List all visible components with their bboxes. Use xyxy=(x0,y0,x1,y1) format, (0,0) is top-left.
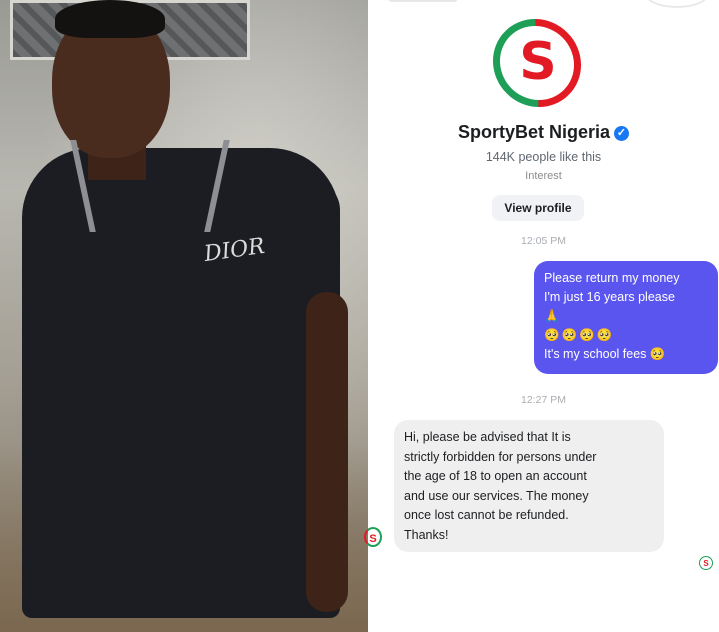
message-line: and use our services. The money xyxy=(404,488,589,503)
screenshot-collage: DIOR S SportyBet Nigeria ✓ 144K people li… xyxy=(0,0,719,632)
timestamp: 12:05 PM xyxy=(521,235,566,247)
page-title: SportyBet Nigeria ✓ xyxy=(368,122,719,143)
message-line: 🙏 xyxy=(544,309,560,323)
right-arm xyxy=(306,292,348,612)
messenger-chat: S SportyBet Nigeria ✓ 144K people like th… xyxy=(364,0,719,632)
page-category: Interest xyxy=(525,170,562,182)
right-sleeve xyxy=(280,180,340,310)
timestamp: 12:27 PM xyxy=(521,394,566,406)
outgoing-message[interactable]: Please return my money I'm just 16 years… xyxy=(534,261,718,374)
message-line: 🥺🥺🥺🥺 xyxy=(544,328,615,342)
message-line: Hi, please be advised that It is xyxy=(404,430,571,444)
sender-avatar[interactable]: S xyxy=(364,527,382,547)
message-line: Please return my money xyxy=(544,271,680,285)
corner-ring xyxy=(645,0,709,8)
message-line: It's my school fees 🥺 xyxy=(544,347,666,361)
message-line: strictly forbidden for persons under xyxy=(404,449,597,464)
message-line: I'm just 16 years please xyxy=(544,290,675,304)
hair xyxy=(55,0,165,38)
profile-photo: DIOR xyxy=(0,0,368,632)
logo-letter: S xyxy=(519,32,557,92)
incoming-message[interactable]: Hi, please be advised that It is strictl… xyxy=(394,420,664,552)
top-cutoff-bar xyxy=(388,0,458,2)
page-name-text: SportyBet Nigeria xyxy=(457,122,611,142)
page-likes: 144K people like this xyxy=(485,150,602,164)
message-line: once lost cannot be refunded. xyxy=(404,508,569,522)
message-line: Thanks! xyxy=(404,527,449,542)
message-line: the age of 18 to open an account xyxy=(404,469,587,483)
left-sleeve xyxy=(26,200,76,360)
seen-indicator-avatar: S xyxy=(699,556,713,570)
check-badge-icon: ✓ xyxy=(614,126,630,141)
view-profile-button[interactable]: View profile xyxy=(492,195,584,221)
page-logo[interactable]: S xyxy=(474,0,600,126)
